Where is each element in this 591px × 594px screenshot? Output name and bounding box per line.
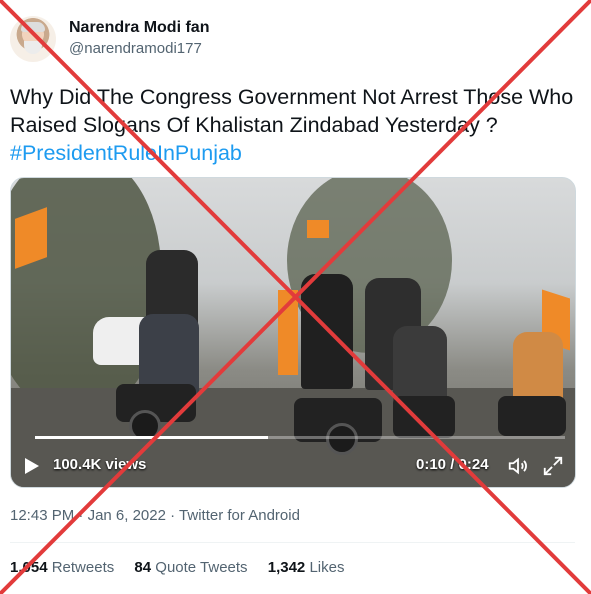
video-rider (301, 274, 353, 389)
retweets-count: 1,054 (10, 559, 48, 576)
volume-icon[interactable] (507, 455, 529, 477)
quote-tweets-stat[interactable]: 84 Quote Tweets (134, 559, 251, 576)
video-flag (278, 290, 298, 375)
tweet-text: Why Did The Congress Government Not Arre… (10, 83, 580, 167)
tweet-meta: 12:43 PM · Jan 6, 2022 · Twitter for And… (10, 507, 300, 524)
avatar-hair (21, 22, 45, 32)
tweet: Narendra Modi fan @narendramodi177 Why D… (0, 0, 591, 594)
author-name[interactable]: Narendra Modi fan (69, 19, 209, 37)
likes-count: 1,342 (267, 559, 306, 576)
video-player[interactable]: 100.4K views 0:10 / 0:24 (10, 177, 576, 488)
likes-label: Likes (309, 559, 345, 576)
meta-separator: · (78, 507, 84, 524)
video-progress-bar[interactable] (35, 436, 565, 439)
tweet-source[interactable]: Twitter for Android (179, 507, 300, 524)
hashtag-link[interactable]: #PresidentRuleInPunjab (10, 141, 242, 165)
tweet-stats: 1,054 Retweets 84 Quote Tweets 1,342 Lik… (10, 559, 360, 576)
likes-stat[interactable]: 1,342 Likes (268, 559, 345, 576)
video-progress-fill (35, 436, 269, 439)
video-controls: 100.4K views 0:10 / 0:24 (11, 448, 575, 486)
retweets-stat[interactable]: 1,054 Retweets (10, 559, 118, 576)
tweet-time[interactable]: 12:43 PM (10, 507, 74, 524)
quote-tweets-count: 84 (134, 559, 152, 576)
video-bike (498, 396, 566, 436)
play-icon[interactable] (25, 458, 39, 474)
meta-separator: · (170, 507, 176, 524)
quote-tweets-label: Quote Tweets (155, 559, 248, 576)
video-flag (307, 220, 329, 238)
tweet-body: Why Did The Congress Government Not Arre… (10, 85, 574, 137)
video-bike (393, 396, 455, 438)
avatar[interactable] (10, 16, 56, 62)
video-time: 0:10 / 0:24 (416, 456, 489, 473)
view-count: 100.4K views (53, 456, 147, 473)
divider (10, 542, 575, 543)
author-handle[interactable]: @narendramodi177 (69, 40, 202, 57)
retweets-label: Retweets (51, 559, 115, 576)
avatar-beard (24, 41, 42, 54)
tweet-date[interactable]: Jan 6, 2022 (88, 507, 166, 524)
expand-icon[interactable] (542, 455, 564, 477)
